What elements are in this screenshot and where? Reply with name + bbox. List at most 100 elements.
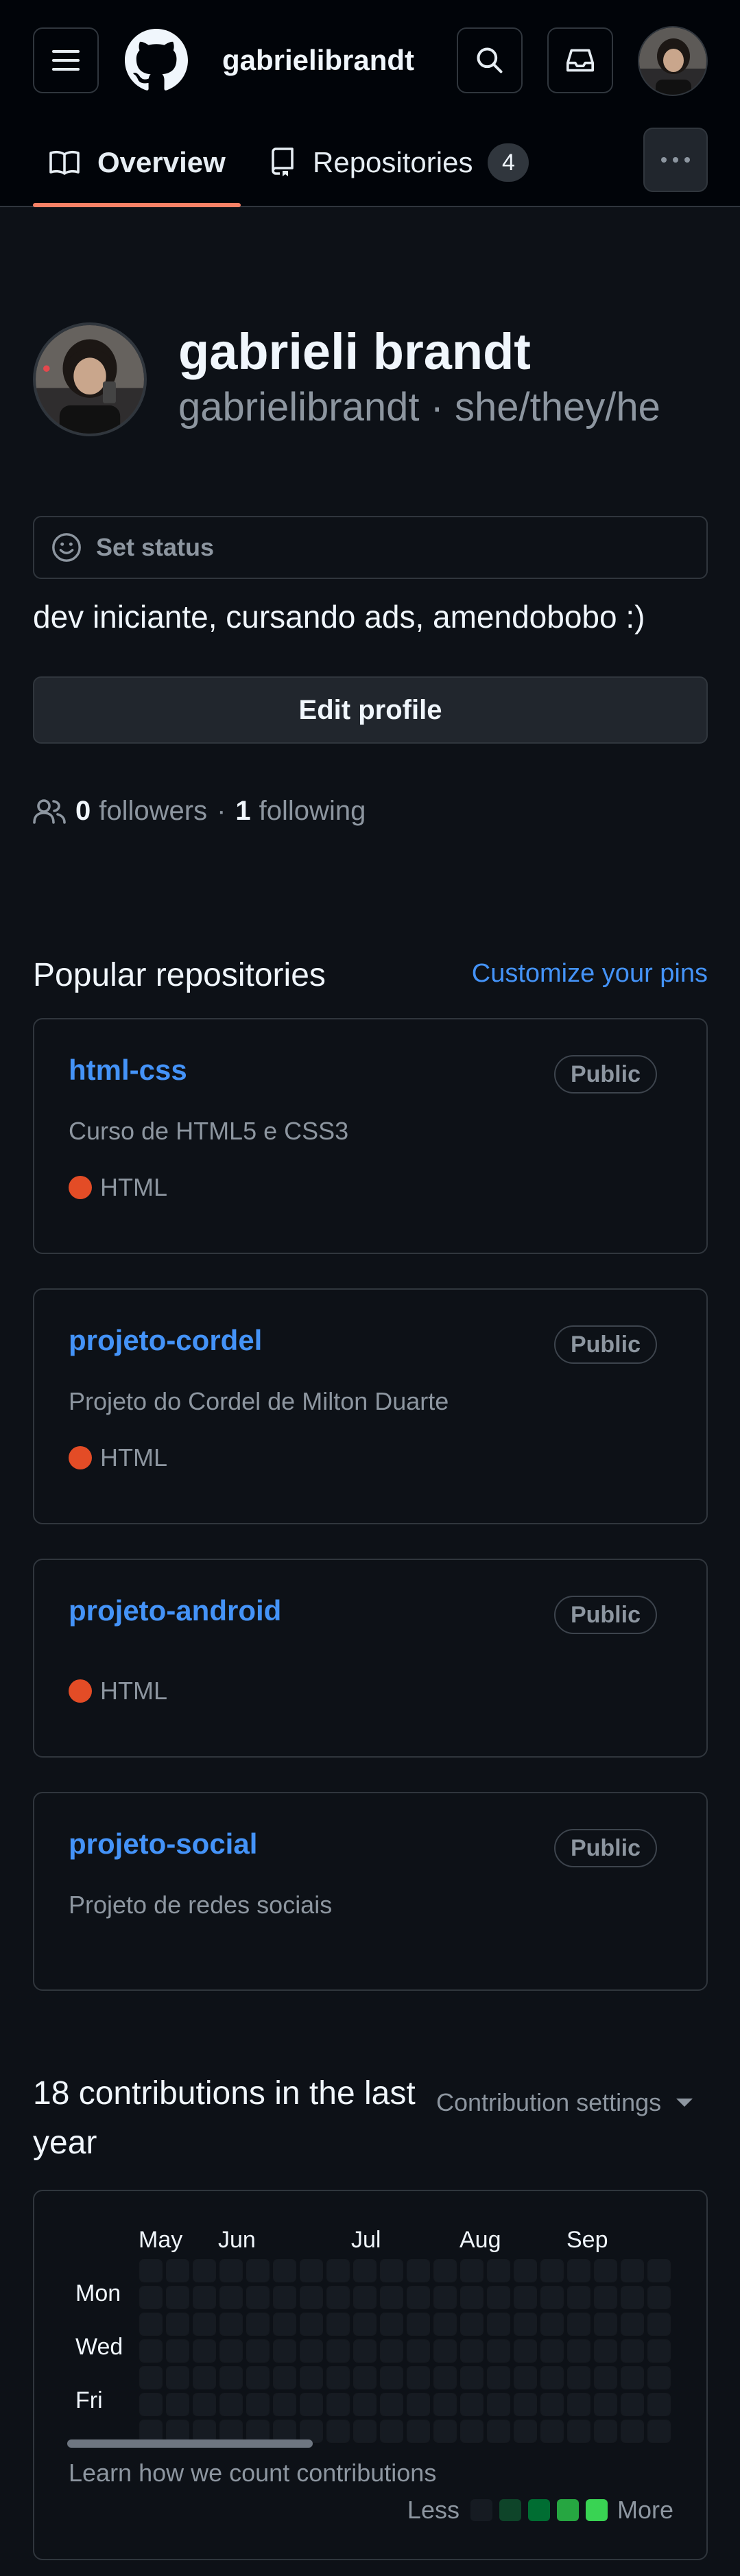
contribution-day-cell[interactable] bbox=[487, 2420, 510, 2443]
contribution-day-cell[interactable] bbox=[273, 2339, 296, 2363]
contribution-day-cell[interactable] bbox=[514, 2313, 537, 2336]
contribution-day-cell[interactable] bbox=[460, 2286, 484, 2309]
contribution-day-cell[interactable] bbox=[380, 2393, 403, 2416]
contribution-day-cell[interactable] bbox=[407, 2366, 430, 2389]
contribution-day-cell[interactable] bbox=[567, 2313, 590, 2336]
repo-name-link[interactable]: projeto-social bbox=[69, 1828, 257, 1860]
contribution-day-cell[interactable] bbox=[380, 2286, 403, 2309]
contribution-day-cell[interactable] bbox=[540, 2366, 564, 2389]
contribution-day-cell[interactable] bbox=[487, 2259, 510, 2282]
contribution-day-cell[interactable] bbox=[326, 2286, 350, 2309]
contribution-day-cell[interactable] bbox=[621, 2420, 644, 2443]
contribution-day-cell[interactable] bbox=[407, 2339, 430, 2363]
tab-overview[interactable]: Overview bbox=[33, 139, 241, 207]
contribution-day-cell[interactable] bbox=[433, 2286, 457, 2309]
contribution-day-cell[interactable] bbox=[353, 2366, 377, 2389]
contribution-day-cell[interactable] bbox=[567, 2420, 590, 2443]
contribution-day-cell[interactable] bbox=[219, 2259, 243, 2282]
contribution-day-cell[interactable] bbox=[594, 2313, 617, 2336]
profile-avatar[interactable] bbox=[33, 322, 147, 436]
contribution-day-cell[interactable] bbox=[300, 2259, 323, 2282]
contribution-day-cell[interactable] bbox=[273, 2259, 296, 2282]
contribution-day-cell[interactable] bbox=[273, 2313, 296, 2336]
contribution-day-cell[interactable] bbox=[326, 2366, 350, 2389]
contribution-day-cell[interactable] bbox=[487, 2286, 510, 2309]
contribution-day-cell[interactable] bbox=[540, 2313, 564, 2336]
contribution-day-cell[interactable] bbox=[514, 2259, 537, 2282]
contribution-day-cell[interactable] bbox=[594, 2286, 617, 2309]
contribution-day-cell[interactable] bbox=[647, 2313, 671, 2336]
contribution-day-cell[interactable] bbox=[540, 2286, 564, 2309]
contribution-day-cell[interactable] bbox=[353, 2259, 377, 2282]
contribution-day-cell[interactable] bbox=[246, 2313, 270, 2336]
contribution-day-cell[interactable] bbox=[621, 2286, 644, 2309]
contribution-day-cell[interactable] bbox=[166, 2313, 189, 2336]
contribution-day-cell[interactable] bbox=[326, 2339, 350, 2363]
contribution-day-cell[interactable] bbox=[433, 2366, 457, 2389]
contribution-day-cell[interactable] bbox=[540, 2339, 564, 2363]
repo-name-link[interactable]: projeto-cordel bbox=[69, 1324, 262, 1357]
customize-pins-link[interactable]: Customize your pins bbox=[472, 959, 708, 989]
contribution-day-cell[interactable] bbox=[540, 2393, 564, 2416]
contribution-day-cell[interactable] bbox=[219, 2366, 243, 2389]
contribution-day-cell[interactable] bbox=[407, 2286, 430, 2309]
contribution-day-cell[interactable] bbox=[460, 2259, 484, 2282]
contribution-day-cell[interactable] bbox=[246, 2393, 270, 2416]
contribution-day-cell[interactable] bbox=[594, 2366, 617, 2389]
contribution-day-cell[interactable] bbox=[594, 2259, 617, 2282]
contribution-day-cell[interactable] bbox=[166, 2393, 189, 2416]
contribution-day-cell[interactable] bbox=[273, 2366, 296, 2389]
contribution-day-cell[interactable] bbox=[594, 2420, 617, 2443]
contribution-day-cell[interactable] bbox=[621, 2259, 644, 2282]
contribution-day-cell[interactable] bbox=[407, 2420, 430, 2443]
inbox-button[interactable] bbox=[547, 27, 613, 93]
contribution-day-cell[interactable] bbox=[407, 2393, 430, 2416]
contribution-day-cell[interactable] bbox=[514, 2339, 537, 2363]
contribution-day-cell[interactable] bbox=[219, 2339, 243, 2363]
contribution-day-cell[interactable] bbox=[460, 2393, 484, 2416]
contribution-day-cell[interactable] bbox=[407, 2313, 430, 2336]
contribution-day-cell[interactable] bbox=[433, 2259, 457, 2282]
more-tabs-button[interactable] bbox=[643, 128, 708, 192]
learn-contributions-link[interactable]: Learn how we count contributions bbox=[69, 2459, 436, 2488]
contribution-day-cell[interactable] bbox=[353, 2420, 377, 2443]
contribution-day-cell[interactable] bbox=[567, 2286, 590, 2309]
contribution-day-cell[interactable] bbox=[193, 2366, 216, 2389]
contribution-day-cell[interactable] bbox=[193, 2393, 216, 2416]
contribution-day-cell[interactable] bbox=[514, 2286, 537, 2309]
graph-scrollbar[interactable] bbox=[67, 2439, 313, 2448]
contribution-day-cell[interactable] bbox=[621, 2366, 644, 2389]
contribution-day-cell[interactable] bbox=[540, 2420, 564, 2443]
contribution-day-cell[interactable] bbox=[567, 2366, 590, 2389]
contribution-day-cell[interactable] bbox=[487, 2366, 510, 2389]
contribution-day-cell[interactable] bbox=[487, 2339, 510, 2363]
contribution-day-cell[interactable] bbox=[326, 2313, 350, 2336]
contribution-day-cell[interactable] bbox=[353, 2339, 377, 2363]
contribution-day-cell[interactable] bbox=[300, 2286, 323, 2309]
contribution-day-cell[interactable] bbox=[594, 2339, 617, 2363]
repo-name-link[interactable]: projeto-android bbox=[69, 1594, 281, 1627]
contribution-day-cell[interactable] bbox=[139, 2339, 163, 2363]
contribution-day-cell[interactable] bbox=[246, 2366, 270, 2389]
contribution-day-cell[interactable] bbox=[433, 2420, 457, 2443]
contribution-day-cell[interactable] bbox=[193, 2286, 216, 2309]
contribution-day-cell[interactable] bbox=[166, 2286, 189, 2309]
contribution-day-cell[interactable] bbox=[300, 2313, 323, 2336]
contribution-day-cell[interactable] bbox=[380, 2420, 403, 2443]
contribution-day-cell[interactable] bbox=[621, 2339, 644, 2363]
contribution-day-cell[interactable] bbox=[433, 2313, 457, 2336]
contribution-day-cell[interactable] bbox=[300, 2366, 323, 2389]
set-status-button[interactable]: Set status bbox=[33, 516, 708, 579]
contribution-day-cell[interactable] bbox=[380, 2259, 403, 2282]
contribution-day-cell[interactable] bbox=[647, 2366, 671, 2389]
contribution-day-cell[interactable] bbox=[647, 2420, 671, 2443]
contribution-day-cell[interactable] bbox=[460, 2366, 484, 2389]
contribution-day-cell[interactable] bbox=[139, 2366, 163, 2389]
contribution-day-cell[interactable] bbox=[380, 2313, 403, 2336]
contribution-day-cell[interactable] bbox=[353, 2393, 377, 2416]
user-avatar-button[interactable] bbox=[638, 26, 708, 96]
contribution-day-cell[interactable] bbox=[300, 2393, 323, 2416]
contribution-day-cell[interactable] bbox=[273, 2393, 296, 2416]
contribution-day-cell[interactable] bbox=[487, 2393, 510, 2416]
contribution-day-cell[interactable] bbox=[621, 2313, 644, 2336]
